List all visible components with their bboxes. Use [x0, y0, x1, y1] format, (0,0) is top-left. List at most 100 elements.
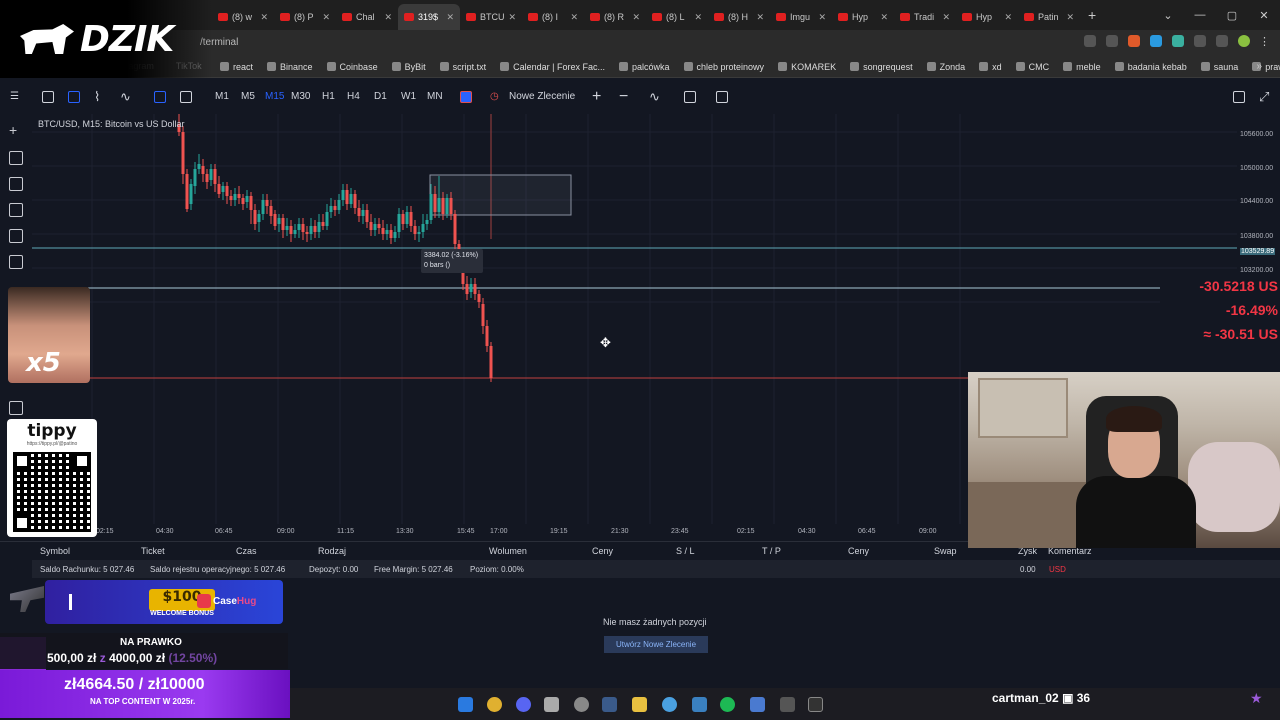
- crosshair-tool-icon[interactable]: +: [9, 123, 23, 137]
- bookmark-item[interactable]: ByBit: [391, 62, 426, 72]
- close-tab-icon[interactable]: ✕: [880, 12, 888, 23]
- flag-icon[interactable]: [460, 91, 472, 103]
- url-field[interactable]: /terminal: [200, 34, 1080, 52]
- close-tab-icon[interactable]: ✕: [818, 12, 826, 23]
- maximize-button[interactable]: ▢: [1216, 9, 1248, 22]
- browser-tab[interactable]: Hyp ✕: [832, 4, 894, 30]
- timeframe-m5[interactable]: M5: [241, 84, 255, 110]
- template-icon[interactable]: [716, 91, 728, 103]
- zoom-in-button[interactable]: +: [592, 84, 601, 110]
- column-header[interactable]: Ticket: [141, 546, 165, 556]
- close-tab-icon[interactable]: ✕: [694, 12, 702, 23]
- browser-tab[interactable]: (8) w ✕: [212, 4, 274, 30]
- layers-icon[interactable]: [9, 401, 23, 415]
- rectangle-tool-icon[interactable]: [9, 229, 23, 243]
- column-header[interactable]: Wolumen: [489, 546, 527, 556]
- crosshair-icon[interactable]: [42, 91, 54, 103]
- trendline-tool-icon[interactable]: [9, 177, 23, 191]
- browser-tab[interactable]: Imgu ✕: [770, 4, 832, 30]
- discord-icon[interactable]: [516, 697, 531, 712]
- column-header[interactable]: T / P: [762, 546, 781, 556]
- notepad-icon[interactable]: [750, 697, 765, 712]
- extension-icon[interactable]: [1128, 35, 1140, 47]
- bookmark-item[interactable]: meble: [1063, 62, 1101, 72]
- close-tab-icon[interactable]: ✕: [508, 12, 516, 23]
- browser-tab[interactable]: Tradi ✕: [894, 4, 956, 30]
- column-header[interactable]: Rodzaj: [318, 546, 346, 556]
- bookmark-item[interactable]: chleb proteinowy: [683, 62, 764, 72]
- close-tab-icon[interactable]: ✕: [384, 12, 392, 23]
- obs-icon[interactable]: [574, 697, 589, 712]
- indicators-icon[interactable]: ∿: [649, 84, 660, 110]
- bookmark-item[interactable]: Binance: [267, 62, 313, 72]
- bookmark-item[interactable]: palcówka: [618, 62, 670, 72]
- timeframe-w1[interactable]: W1: [401, 84, 416, 110]
- close-window-button[interactable]: ✕: [1248, 9, 1280, 22]
- bookmark-item[interactable]: CMC: [1015, 62, 1049, 72]
- browser-tab[interactable]: Hyp ✕: [956, 4, 1018, 30]
- close-tab-icon[interactable]: ✕: [756, 12, 764, 23]
- new-tab-button[interactable]: +: [1088, 7, 1096, 23]
- fib-tool-icon[interactable]: [9, 255, 23, 269]
- fullscreen-icon[interactable]: ⤢: [1259, 84, 1269, 110]
- app-icon[interactable]: [780, 697, 795, 712]
- bookmark-item[interactable]: Zonda: [926, 62, 965, 72]
- column-header[interactable]: Ceny: [592, 546, 613, 556]
- column-header[interactable]: S / L: [676, 546, 695, 556]
- minimize-button[interactable]: —: [1184, 9, 1216, 21]
- menu-icon[interactable]: [1216, 35, 1228, 47]
- bookmark-item[interactable]: sauna: [1200, 62, 1238, 72]
- new-order-button[interactable]: Nowe Zlecenie: [509, 84, 575, 110]
- browser-tab[interactable]: (8) I ✕: [522, 4, 584, 30]
- timeframe-h4[interactable]: H4: [347, 84, 360, 110]
- bar-chart-icon[interactable]: [154, 91, 166, 103]
- spotify-icon[interactable]: [720, 697, 735, 712]
- hamburger-menu-icon[interactable]: ☰: [10, 84, 19, 110]
- bookmark-item[interactable]: badania kebab: [1114, 62, 1187, 72]
- column-header[interactable]: Ceny: [848, 546, 869, 556]
- bookmark-item[interactable]: songrequest: [850, 62, 913, 72]
- browser-tab[interactable]: (8) L ✕: [646, 4, 708, 30]
- timeframe-m15[interactable]: M15: [265, 84, 284, 110]
- chrome-icon[interactable]: [487, 697, 502, 712]
- bookmark-item[interactable]: Coinbase: [326, 62, 378, 72]
- timeframe-h1[interactable]: H1: [322, 84, 335, 110]
- wave-icon[interactable]: ∿: [120, 84, 131, 110]
- close-tab-icon[interactable]: ✕: [632, 12, 640, 23]
- puzzle-icon[interactable]: [1194, 35, 1206, 47]
- folder-icon[interactable]: [632, 697, 647, 712]
- browser-tab[interactable]: Patin ✕: [1018, 4, 1080, 30]
- bookmark-item[interactable]: script.txt: [439, 62, 486, 72]
- screenshot-icon[interactable]: [1233, 91, 1245, 103]
- star-icon[interactable]: [1106, 35, 1118, 47]
- zoom-out-button[interactable]: −: [619, 84, 628, 110]
- column-header[interactable]: Swap: [934, 546, 957, 556]
- app-icon[interactable]: [544, 697, 559, 712]
- browser-tab[interactable]: BTCU ✕: [460, 4, 522, 30]
- column-header[interactable]: Czas: [236, 546, 257, 556]
- close-tab-icon[interactable]: ✕: [1004, 12, 1012, 23]
- calendar-icon[interactable]: [684, 91, 696, 103]
- edge-icon[interactable]: [662, 697, 677, 712]
- timeframe-mn[interactable]: MN: [427, 84, 443, 110]
- vscode-icon[interactable]: [692, 697, 707, 712]
- line-chart-icon[interactable]: ⌇: [94, 84, 100, 110]
- key-icon[interactable]: [1084, 35, 1096, 47]
- more-menu-icon[interactable]: ⋮: [1259, 35, 1270, 48]
- volume-icon[interactable]: [180, 91, 192, 103]
- bookmark-item[interactable]: xd: [979, 62, 1002, 72]
- ray-tool-icon[interactable]: [9, 203, 23, 217]
- timeframe-d1[interactable]: D1: [374, 84, 387, 110]
- browser-tab[interactable]: (8) P ✕: [274, 4, 336, 30]
- clock-icon[interactable]: ◷: [490, 84, 499, 110]
- timeframe-m30[interactable]: M30: [291, 84, 310, 110]
- extension-icon[interactable]: [1150, 35, 1162, 47]
- chevron-down-icon[interactable]: ⌄: [1152, 9, 1184, 22]
- profile-avatar[interactable]: [1238, 35, 1250, 47]
- pencil-tool-icon[interactable]: [9, 151, 23, 165]
- close-tab-icon[interactable]: ✕: [570, 12, 578, 23]
- terminal-icon[interactable]: [808, 697, 823, 712]
- browser-tab[interactable]: 319$ ✕: [398, 4, 460, 30]
- close-tab-icon[interactable]: ✕: [1066, 12, 1074, 23]
- browser-tab[interactable]: Chal ✕: [336, 4, 398, 30]
